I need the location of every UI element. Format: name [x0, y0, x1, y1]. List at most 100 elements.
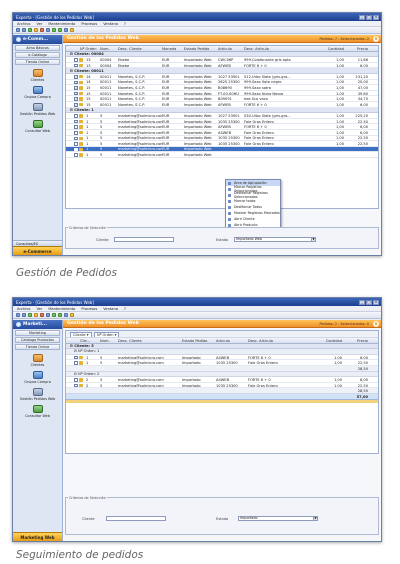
close-button[interactable]: x: [373, 299, 379, 305]
sidebar-module-button[interactable]: e-Commerce: [13, 246, 62, 255]
sidebar-button-marketing[interactable]: Marketing: [15, 330, 60, 336]
sidebar-item-grupos-compra[interactable]: Grupos Compra: [13, 86, 62, 99]
sidebar-bottom: Marketing Web: [13, 532, 62, 541]
row-checkbox[interactable]: [74, 355, 78, 360]
row-checkbox[interactable]: ✓: [74, 91, 78, 96]
menu-procesos[interactable]: Procesos: [81, 22, 97, 26]
close-panel-icon[interactable]: ×: [373, 35, 379, 42]
new-icon[interactable]: [16, 313, 20, 317]
grid-cell: marketing@solmicro.com: [118, 361, 164, 366]
maximize-button[interactable]: □: [366, 14, 372, 20]
open-icon[interactable]: [22, 313, 26, 317]
row-checkbox[interactable]: ✓: [74, 86, 78, 90]
print-icon[interactable]: [34, 313, 38, 317]
row-checkbox[interactable]: [74, 58, 78, 62]
sidebar-button-tienda-online[interactable]: Tienda Online: [15, 344, 60, 350]
grid-cell: FORTE 6 + 0: [248, 377, 271, 382]
row-checkbox[interactable]: ✓: [74, 102, 78, 107]
edit-pencil-icon: [79, 80, 83, 85]
grid-cell: Nonetes, S.C.P.: [118, 80, 145, 85]
orders-grid[interactable]: Nº Orden Num. Desc. Cliente Moneda Estado Pe…: [65, 45, 379, 209]
row-checkbox[interactable]: [74, 147, 78, 152]
menu-mantenimiento[interactable]: Mantenimiento: [48, 307, 75, 311]
minimize-button[interactable]: _: [359, 299, 365, 305]
subtotal-value: 28,50: [357, 389, 368, 394]
prev-record-icon[interactable]: [52, 313, 56, 317]
grid-cell: FORTE 6 + 0: [244, 102, 267, 107]
sidebar-button-tienda-online[interactable]: Tienda Online: [15, 59, 60, 65]
row-checkbox[interactable]: ✓: [74, 74, 78, 79]
estado-select[interactable]: Importado ▼: [238, 516, 318, 521]
minimize-button[interactable]: _: [359, 14, 365, 20]
row-checkbox[interactable]: [74, 125, 78, 129]
menu-mantenimiento[interactable]: Mantenimiento: [48, 22, 75, 26]
grid-cell: marketing@solmicro.com: [118, 153, 162, 158]
menu-ventana[interactable]: Ventana: [103, 307, 118, 311]
save-icon[interactable]: [28, 313, 32, 317]
row-checkbox[interactable]: [74, 114, 78, 118]
grid-cell: 1,00: [335, 63, 344, 68]
first-record-icon[interactable]: [46, 313, 50, 317]
sidebar-button-alma-basicos[interactable]: Alma Básicos: [15, 45, 60, 51]
search-icon[interactable]: [70, 28, 74, 32]
grid-cell: 00011: [100, 97, 112, 102]
menu-ventana[interactable]: Ventana: [103, 22, 118, 26]
row-checkbox[interactable]: [74, 378, 78, 382]
row-checkbox[interactable]: [74, 119, 78, 124]
search-icon[interactable]: [70, 313, 74, 317]
menu-help[interactable]: ?: [124, 22, 126, 26]
print-icon[interactable]: [34, 28, 38, 32]
last-record-icon[interactable]: [64, 313, 68, 317]
sidebar-item-clientes[interactable]: Clientes: [13, 69, 62, 82]
cliente-input[interactable]: [114, 237, 174, 242]
sidebar-button-ecatalogo[interactable]: e-Catálogo: [15, 52, 60, 58]
row-checkbox[interactable]: [74, 361, 78, 365]
grid-cell: marketing@solmicro.com: [118, 125, 162, 130]
menu-ver[interactable]: Ver: [36, 307, 42, 311]
sidebar-item-clientes[interactable]: Clientes: [13, 354, 62, 367]
table-row[interactable]: 1 5 marketing@solmicro.com EUR Importado Web: [66, 152, 378, 158]
sidebar-item-consultar-web[interactable]: Consultar Web: [13, 405, 62, 418]
close-button[interactable]: x: [373, 14, 379, 20]
row-checkbox[interactable]: ✓: [74, 80, 78, 85]
tracking-grid[interactable]: Cliente ▾ Nº Orden ▾ Clie... Num. Desc. Clie…: [65, 330, 379, 454]
close-panel-icon[interactable]: ×: [373, 320, 379, 327]
row-checkbox[interactable]: [74, 130, 78, 135]
row-checkbox[interactable]: ✓: [74, 97, 78, 101]
grid-cell: 22,50: [357, 383, 368, 388]
cliente-input[interactable]: [106, 516, 166, 521]
sidebar-item-gestion-pedidos[interactable]: Gestión Pedidos Web: [13, 388, 62, 401]
next-record-icon[interactable]: [58, 28, 62, 32]
last-record-icon[interactable]: [64, 28, 68, 32]
sidebar-item-grupos-compra[interactable]: Grupos Compra: [13, 371, 62, 384]
column-header: Artículo: [216, 338, 230, 343]
maximize-button[interactable]: □: [366, 299, 372, 305]
prev-record-icon[interactable]: [52, 28, 56, 32]
menu-help[interactable]: ?: [124, 307, 126, 311]
menu-ver[interactable]: Ver: [36, 22, 42, 26]
delete-icon[interactable]: [40, 313, 44, 317]
main-panel: Gestión de los Pedidos Web Pedidos: 2 - …: [63, 320, 381, 541]
first-record-icon[interactable]: [46, 28, 50, 32]
grid-cell: EUR: [162, 147, 170, 152]
row-checkbox[interactable]: [74, 136, 78, 141]
menu-procesos[interactable]: Procesos: [81, 307, 97, 311]
sidebar-button-catalogo[interactable]: Catálogo Productos: [15, 337, 60, 343]
grid-cell: eee.Sco vaca: [244, 97, 268, 102]
save-icon[interactable]: [28, 28, 32, 32]
sidebar-item-gestion-pedidos[interactable]: Gestión Pedidos Web: [13, 103, 62, 116]
open-icon[interactable]: [22, 28, 26, 32]
menu-archivo[interactable]: Archivo: [17, 22, 30, 26]
estado-select[interactable]: Importado Web ▼: [234, 237, 316, 242]
delete-icon[interactable]: [40, 28, 44, 32]
row-checkbox[interactable]: [74, 142, 78, 146]
row-checkbox[interactable]: [74, 383, 78, 388]
next-record-icon[interactable]: [58, 313, 62, 317]
sidebar-module-button[interactable]: Marketing Web: [13, 532, 62, 541]
grid-cell: 00011: [100, 102, 112, 107]
sidebar-item-consultar-web[interactable]: Consultar Web: [13, 120, 62, 133]
row-checkbox[interactable]: [74, 63, 78, 68]
new-icon[interactable]: [16, 28, 20, 32]
row-checkbox[interactable]: [74, 153, 78, 157]
menu-archivo[interactable]: Archivo: [17, 307, 30, 311]
